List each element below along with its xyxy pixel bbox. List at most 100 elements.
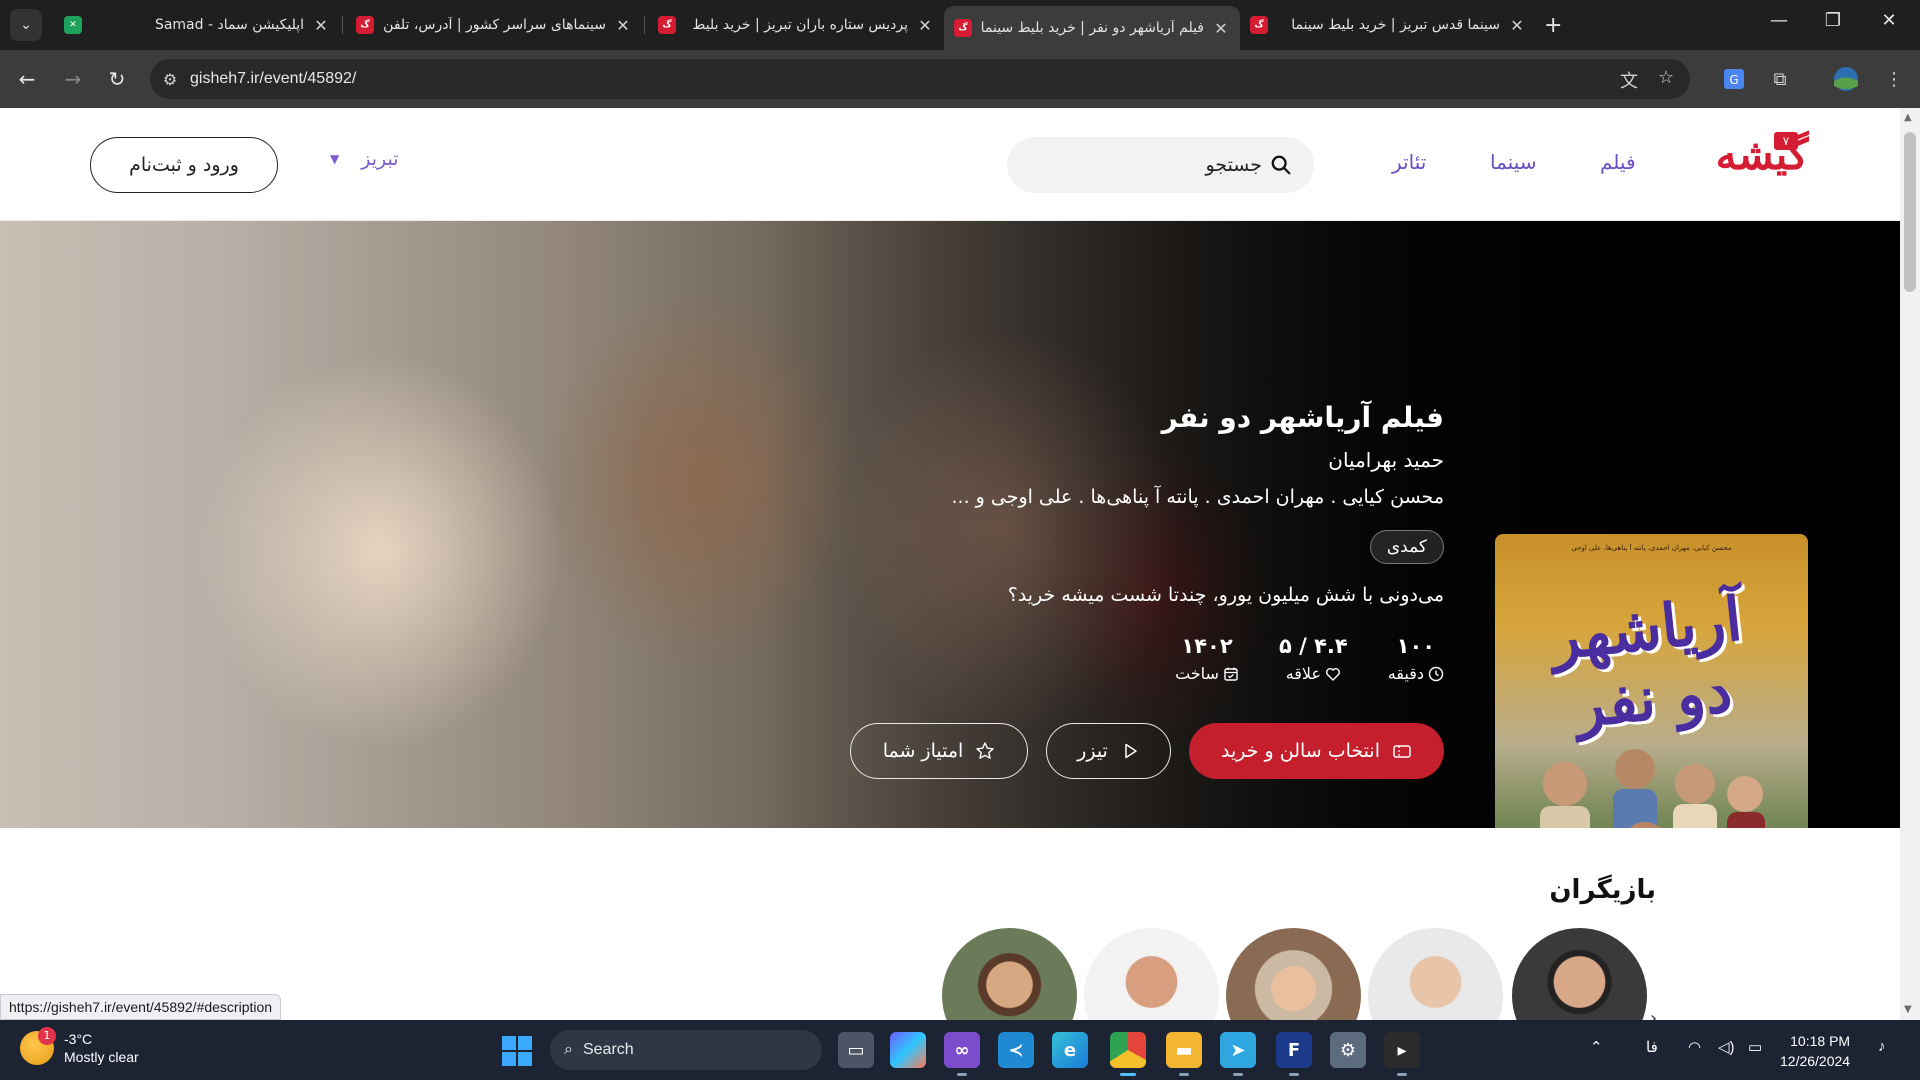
login-register-button[interactable]: ورود و ثبت‌نام bbox=[90, 137, 278, 193]
play-icon bbox=[1125, 743, 1137, 759]
notification-bell-icon[interactable]: ♪ bbox=[1878, 1038, 1886, 1055]
logo-badge: ۷ bbox=[1774, 132, 1798, 150]
tab-title: سینما قدس تبریز | خرید بلیط سینما bbox=[1291, 17, 1500, 33]
movie-title: فیلم آریاشهر دو نفر bbox=[1161, 401, 1444, 434]
bookmark-star-icon[interactable]: ☆ bbox=[1658, 67, 1674, 88]
site-info-icon[interactable]: ⚙ bbox=[150, 70, 190, 89]
notification-badge: 1 bbox=[38, 1027, 56, 1045]
nav-theater[interactable]: تئاتر bbox=[1392, 150, 1426, 174]
chrome-icon[interactable] bbox=[1110, 1032, 1146, 1076]
actor-avatar[interactable] bbox=[1084, 928, 1219, 1020]
rate-button[interactable]: امتیاز شما bbox=[850, 723, 1028, 779]
profile-avatar-icon[interactable] bbox=[1832, 65, 1860, 93]
address-bar[interactable]: ⚙ gisheh7.ir/event/45892/ 文 ☆ bbox=[150, 59, 1690, 99]
chevron-down-icon: ▼ bbox=[330, 152, 340, 166]
scroll-down-arrow-icon[interactable]: ▼ bbox=[1904, 1004, 1912, 1015]
tab-search-chevron-icon[interactable]: ⌄ bbox=[10, 9, 42, 41]
new-tab-plus-icon[interactable]: + bbox=[1544, 13, 1562, 38]
tab-aryashahr-active[interactable]: گ فیلم آریاشهر دو نفر | خرید بلیط سینما … bbox=[944, 6, 1240, 50]
status-bar-url: https://gisheh7.ir/event/45892/#descript… bbox=[0, 994, 282, 1020]
close-icon[interactable]: ✕ bbox=[916, 16, 934, 35]
windows-start-icon[interactable] bbox=[502, 1036, 532, 1066]
wifi-icon[interactable]: ◠ bbox=[1688, 1038, 1701, 1056]
scroll-up-arrow-icon[interactable]: ▲ bbox=[1904, 112, 1912, 123]
poster-credits: محسن کیایی، مهران احمدی، پانته آ پناهی‌ه… bbox=[1571, 544, 1732, 552]
cast-section-heading: بازیگران bbox=[1549, 875, 1656, 905]
buy-button-label: انتخاب سالن و خرید bbox=[1221, 740, 1380, 762]
volume-icon[interactable]: ◁) bbox=[1718, 1038, 1735, 1056]
page-scrollbar[interactable]: ▲ ▼ bbox=[1900, 108, 1920, 1020]
close-icon[interactable]: ✕ bbox=[1508, 16, 1526, 35]
tab-title: اپلیکیشن سماد - Samad bbox=[154, 17, 304, 33]
search-icon bbox=[1271, 155, 1291, 175]
browser-toolbar: ← → ↻ ⚙ gisheh7.ir/event/45892/ 文 ☆ G ⧉ … bbox=[0, 50, 1920, 108]
scroll-thumb[interactable] bbox=[1904, 132, 1916, 292]
terminal-icon[interactable]: ▸ bbox=[1384, 1032, 1420, 1076]
browser-menu-icon[interactable]: ⋮ bbox=[1880, 65, 1908, 93]
actor-avatar[interactable] bbox=[1512, 928, 1647, 1020]
edge-icon[interactable]: e bbox=[1052, 1032, 1088, 1068]
taskbar-search-label: Search bbox=[582, 1041, 634, 1058]
forward-arrow-icon[interactable]: → bbox=[58, 64, 88, 94]
tab-samad[interactable]: ✕ اپلیکیشن سماد - Samad ✕ bbox=[54, 6, 340, 44]
poster-title: آریاشهر دو نفر bbox=[1547, 584, 1746, 742]
rating-label: علاقه bbox=[1285, 664, 1322, 683]
taskbar-search-box[interactable]: ⌕ Search bbox=[550, 1030, 822, 1070]
calendar-icon bbox=[1224, 667, 1238, 681]
movie-poster-image[interactable]: محسن کیایی، مهران احمدی، پانته آ پناهی‌ه… bbox=[1495, 534, 1808, 828]
city-selector[interactable]: ▼ تبریز bbox=[330, 148, 399, 170]
copilot-icon[interactable] bbox=[890, 1032, 926, 1068]
translate-icon[interactable]: 文 bbox=[1620, 67, 1638, 93]
system-clock[interactable]: 10:18 PM 12/26/2024 bbox=[1780, 1031, 1850, 1071]
reload-icon[interactable]: ↻ bbox=[102, 64, 132, 94]
telegram-icon[interactable]: ➤ bbox=[1220, 1032, 1256, 1076]
year-value: ۱۴۰۲ bbox=[1181, 634, 1233, 658]
tab-title: پردیس ستاره باران تبریز | خرید بلیط bbox=[692, 17, 908, 33]
visual-studio-icon[interactable]: ∞ bbox=[944, 1032, 980, 1076]
task-view-icon[interactable]: ▭ bbox=[838, 1032, 874, 1068]
settings-gear-icon[interactable]: ⚙ bbox=[1330, 1032, 1366, 1068]
google-translate-extension-icon[interactable]: G bbox=[1720, 65, 1748, 93]
gisheh-favicon-icon: گ bbox=[954, 19, 972, 37]
weather-widget[interactable]: 1 -3°C Mostly clear bbox=[20, 1027, 139, 1066]
tab-title: سینماهای سراسر کشور | آدرس، تلفن bbox=[383, 17, 606, 33]
battery-icon[interactable]: ▭ bbox=[1748, 1038, 1762, 1056]
close-icon[interactable]: ✕ bbox=[312, 16, 330, 35]
movie-stats: ۱۰۰ دقیقه ۴.۴ / ۵ علاقه ۱۴۰۲ ساخت bbox=[824, 634, 1444, 683]
nav-cinema[interactable]: سینما bbox=[1490, 150, 1536, 174]
carousel-next-arrow-icon[interactable]: › bbox=[1650, 1008, 1657, 1020]
extensions-puzzle-icon[interactable]: ⧉ bbox=[1766, 65, 1794, 93]
tray-overflow-chevron-icon[interactable]: ⌃ bbox=[1590, 1038, 1603, 1056]
hero-actions: انتخاب سالن و خرید تیزر امتیاز شما bbox=[850, 723, 1444, 779]
url-text[interactable]: gisheh7.ir/event/45892/ bbox=[190, 70, 356, 88]
window-close-icon[interactable]: ✕ bbox=[1874, 10, 1904, 31]
close-icon[interactable]: ✕ bbox=[1212, 19, 1230, 38]
movie-director[interactable]: حمید بهرامیان bbox=[824, 448, 1444, 472]
clock-time: 10:18 PM bbox=[1790, 1033, 1851, 1049]
back-arrow-icon[interactable]: ← bbox=[12, 64, 42, 94]
browser-tabbar: ⌄ ✕ اپلیکیشن سماد - Samad ✕ گ سینماهای س… bbox=[0, 0, 1920, 50]
select-cinema-buy-button[interactable]: انتخاب سالن و خرید bbox=[1189, 723, 1444, 779]
close-icon[interactable]: ✕ bbox=[614, 16, 632, 35]
input-language[interactable]: فا bbox=[1646, 1038, 1658, 1056]
tab-setare-baran[interactable]: گ پردیس ستاره باران تبریز | خرید بلیط ✕ bbox=[648, 6, 944, 44]
actor-avatar[interactable] bbox=[942, 928, 1077, 1020]
search-placeholder: جستجو bbox=[1205, 154, 1262, 176]
actor-avatar[interactable] bbox=[1368, 928, 1503, 1020]
site-search-input[interactable]: جستجو bbox=[1007, 137, 1314, 193]
genre-tag[interactable]: کمدی bbox=[1369, 530, 1444, 564]
clock-date: 12/26/2024 bbox=[1780, 1053, 1851, 1069]
poster-cast-illustration bbox=[1540, 749, 1765, 828]
actor-avatar[interactable] bbox=[1226, 928, 1361, 1020]
restore-icon[interactable]: ❐ bbox=[1818, 10, 1848, 31]
samad-favicon-icon: ✕ bbox=[64, 16, 82, 34]
trailer-button[interactable]: تیزر bbox=[1046, 723, 1171, 779]
file-explorer-icon[interactable]: ▬ bbox=[1166, 1032, 1202, 1076]
tab-cinemas-list[interactable]: گ سینماهای سراسر کشور | آدرس، تلفن ✕ bbox=[346, 6, 642, 44]
tab-ghods[interactable]: گ سینما قدس تبریز | خرید بلیط سینما ✕ bbox=[1240, 6, 1536, 44]
vscode-icon[interactable]: ≺ bbox=[998, 1032, 1034, 1068]
nav-film[interactable]: فیلم bbox=[1600, 150, 1636, 174]
minimize-icon[interactable]: — bbox=[1764, 10, 1794, 31]
rating-value: ۴.۴ / ۵ bbox=[1278, 634, 1348, 658]
foxit-f-icon[interactable]: F bbox=[1276, 1032, 1312, 1076]
